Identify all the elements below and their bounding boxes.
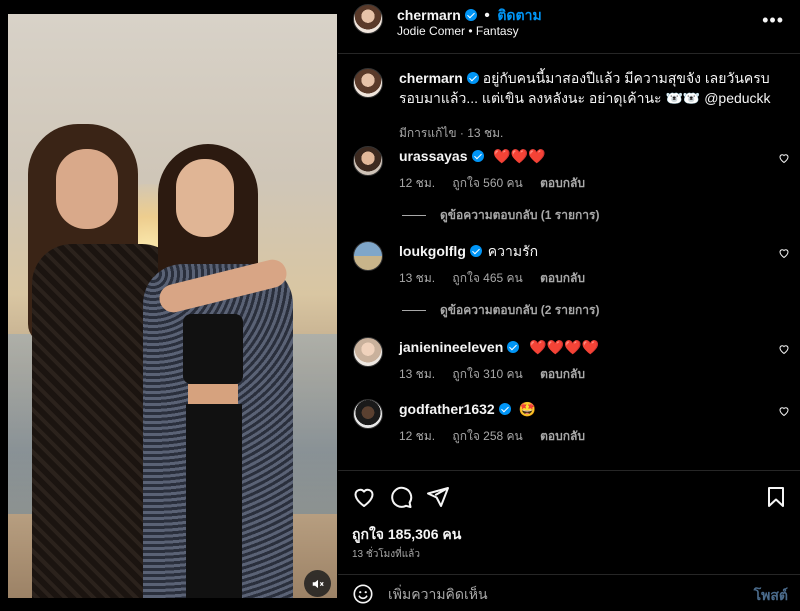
comment-username[interactable]: loukgolflg [399,243,466,259]
speaker-muted-icon [312,579,324,588]
bookmark-icon[interactable] [764,485,788,509]
more-icon: ••• [762,10,784,30]
commenter-avatar[interactable] [353,399,383,429]
comment-username[interactable]: janienineeleven [399,339,503,355]
comment-time: 13 ชม. [399,271,436,285]
post-video[interactable] [8,14,337,598]
post-comment-button[interactable]: โพสต์ [754,585,788,607]
share-icon[interactable] [426,485,450,509]
verified-badge-icon [466,72,479,84]
comment-time: 12 ชม. [399,176,436,190]
author-avatar[interactable] [353,68,383,98]
comment-text: ❤️❤️❤️❤️ [529,339,599,355]
comment-text: ความรัก [487,243,539,259]
comment-input[interactable] [388,583,728,605]
likes-count[interactable]: ถูกใจ 185,306 คน [352,524,461,546]
comment-time: 12 ชม. [399,429,436,443]
reply-button[interactable]: ตอบกลับ [540,429,585,443]
comment-likes[interactable]: ถูกใจ 258 คน [452,429,522,443]
follow-button[interactable]: ติดตาม [497,7,541,23]
commenter-avatar[interactable] [353,337,383,367]
view-replies-button[interactable]: ดูข้อความตอบกลับ (1 รายการ) [402,206,599,225]
comment-icon[interactable] [389,485,413,509]
post-actions: ถูกใจ 185,306 คน 13 ชั่วโมงที่แล้ว [338,470,800,574]
more-options-button[interactable]: ••• [762,10,784,31]
post-timestamp: 13 ชั่วโมงที่แล้ว [352,549,420,560]
heart-icon[interactable] [352,485,376,509]
verified-badge-icon [507,341,520,353]
commenter-avatar[interactable] [353,146,383,176]
commenter-avatar[interactable] [353,241,383,271]
reply-button[interactable]: ตอบกลับ [540,271,585,285]
verified-badge-icon [471,150,484,162]
audio-subtitle[interactable]: Jodie Comer • Fantasy [397,24,519,38]
caption-username[interactable]: chermarn [399,70,463,86]
comment-text: ❤️❤️❤️ [493,148,546,164]
view-replies-button[interactable]: ดูข้อความตอบกลับ (2 รายการ) [402,301,599,320]
comment-likes[interactable]: ถูกใจ 560 คน [452,176,522,190]
mute-button[interactable] [304,570,331,597]
caption-meta: มีการแก้ไข · 13 ชม. [399,126,504,140]
comment-like-icon[interactable] [778,152,790,164]
verified-badge-icon [498,403,511,415]
comment-text: 🤩 [518,401,537,417]
post-header: chermarn • ติดตาม Jodie Comer • Fantasy … [338,0,800,54]
comment-username[interactable]: godfather1632 [399,401,495,417]
comment-like-icon[interactable] [778,343,790,355]
comment-composer: โพสต์ [338,574,800,611]
comment-like-icon[interactable] [778,405,790,417]
reply-button[interactable]: ตอบกลับ [540,367,585,381]
author-avatar[interactable] [353,4,383,34]
reply-button[interactable]: ตอบกลับ [540,176,585,190]
post-side-panel: chermarn • ติดตาม Jodie Comer • Fantasy … [338,0,800,611]
comment-like-icon[interactable] [778,247,790,259]
comment-username[interactable]: urassayas [399,148,468,164]
comment-likes[interactable]: ถูกใจ 310 คน [452,367,522,381]
comment-time: 13 ชม. [399,367,436,381]
post-media [0,0,338,611]
verified-badge-icon [469,245,482,257]
dot-separator: • [484,7,490,24]
emoji-icon[interactable] [352,583,374,605]
verified-badge-icon [464,9,477,21]
comment-likes[interactable]: ถูกใจ 465 คน [452,271,522,285]
comments-list[interactable]: chermarn อยู่กับคนนี้มาสองปีแล้ว มีความส… [338,54,800,470]
author-username[interactable]: chermarn [397,7,461,23]
